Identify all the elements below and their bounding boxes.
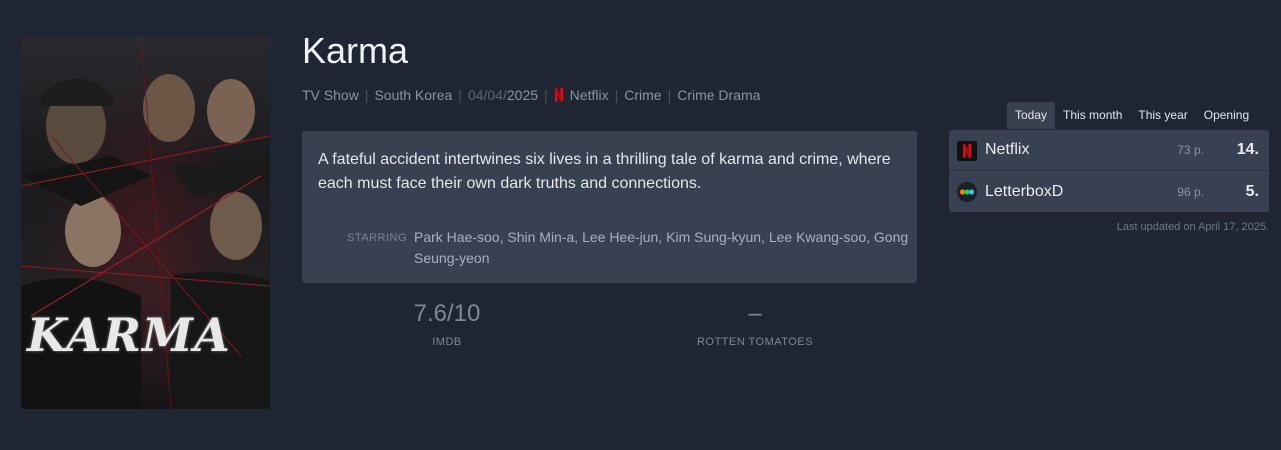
meta-type[interactable]: TV Show <box>302 87 359 103</box>
poster-title-art: KARMA <box>27 308 231 362</box>
imdb-rating: 7.6/10 IMDB <box>392 300 502 348</box>
meta-line: TV Show | South Korea | 04/04/2025 | Net… <box>302 87 760 103</box>
ranking-list: Netflix 73 p. 14. LetterboxD 96 p. 5. <box>949 130 1269 212</box>
description-card: A fateful accident intertwines six lives… <box>302 131 917 283</box>
poster-image[interactable]: KARMA <box>21 36 270 409</box>
rotten-tomatoes-value: – <box>748 300 762 327</box>
netflix-icon <box>554 88 563 102</box>
meta-genre-crime-drama[interactable]: Crime Drama <box>677 87 760 103</box>
ranking-position: 5. <box>1245 182 1259 200</box>
meta-country[interactable]: South Korea <box>374 87 452 103</box>
ranking-row-letterboxd[interactable]: LetterboxD 96 p. 5. <box>949 171 1269 212</box>
ranking-tabs: Today This month This year Opening <box>1007 102 1257 129</box>
ranking-name: LetterboxD <box>985 182 1064 200</box>
letterboxd-icon <box>957 182 977 202</box>
last-updated-text: Last updated on April 17, 2025. <box>1116 221 1269 233</box>
meta-divider: | <box>667 87 672 103</box>
meta-divider: | <box>614 87 619 103</box>
starring-label: STARRING <box>347 232 408 244</box>
ranking-row-netflix[interactable]: Netflix 73 p. 14. <box>949 130 1269 171</box>
meta-date-prefix: 04/04/ <box>467 87 507 103</box>
ranking-points: 96 p. <box>1177 184 1204 199</box>
description-text: A fateful accident intertwines six lives… <box>318 151 891 192</box>
meta-genre-crime[interactable]: Crime <box>624 87 661 103</box>
rotten-tomatoes-rating: – ROTTEN TOMATOES <box>680 300 830 348</box>
ranking-points: 73 p. <box>1177 143 1204 157</box>
ranking-name: Netflix <box>985 141 1030 158</box>
meta-date-year[interactable]: 2025 <box>507 87 538 103</box>
page-title: Karma <box>302 30 409 71</box>
netflix-icon <box>957 141 977 161</box>
tab-today[interactable]: Today <box>1007 102 1056 129</box>
meta-divider: | <box>544 87 548 103</box>
tab-this-year[interactable]: This year <box>1130 102 1195 129</box>
tab-this-month[interactable]: This month <box>1055 102 1130 129</box>
imdb-rating-value: 7.6/10 <box>413 300 481 327</box>
meta-network[interactable]: Netflix <box>570 87 609 103</box>
starring-names: Park Hae-soo, Shin Min-a, Lee Hee-jun, K… <box>414 229 909 266</box>
meta-divider: | <box>458 87 462 103</box>
ranking-position: 14. <box>1236 141 1259 158</box>
rotten-tomatoes-label: ROTTEN TOMATOES <box>696 336 814 348</box>
meta-divider: | <box>364 87 369 103</box>
imdb-rating-label: IMDB <box>432 336 462 348</box>
tab-opening[interactable]: Opening <box>1196 102 1257 129</box>
